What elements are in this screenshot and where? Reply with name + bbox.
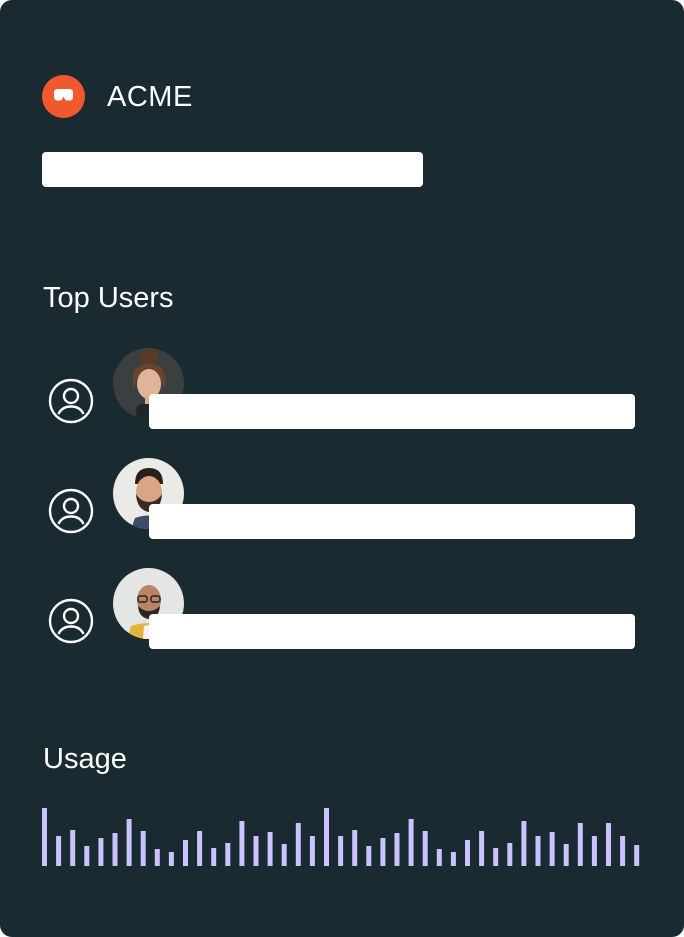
usage-bar bbox=[267, 832, 273, 866]
acme-logo-icon bbox=[42, 75, 85, 118]
user-row[interactable] bbox=[0, 566, 684, 666]
usage-bar bbox=[281, 844, 287, 866]
usage-bar bbox=[239, 821, 245, 866]
usage-bar bbox=[253, 836, 259, 866]
user-circle-icon bbox=[48, 378, 94, 424]
search-input[interactable] bbox=[42, 152, 423, 187]
usage-bar bbox=[591, 836, 597, 866]
usage-bar bbox=[422, 831, 428, 866]
usage-bar bbox=[140, 831, 146, 866]
usage-bar bbox=[394, 833, 400, 866]
usage-bar bbox=[450, 852, 456, 866]
usage-title: Usage bbox=[43, 743, 127, 775]
dashboard-card: ACME Top Users Usage bbox=[0, 0, 684, 937]
usage-bar bbox=[549, 832, 555, 866]
usage-bar bbox=[324, 808, 329, 866]
usage-bar bbox=[479, 831, 485, 866]
usage-bar bbox=[211, 848, 217, 866]
usage-bar bbox=[126, 819, 132, 866]
usage-chart bbox=[42, 808, 640, 866]
usage-bar bbox=[183, 840, 188, 866]
usage-bar bbox=[70, 830, 76, 866]
usage-bar bbox=[366, 846, 372, 866]
user-row[interactable] bbox=[0, 346, 684, 446]
usage-bar bbox=[56, 836, 62, 866]
usage-bar bbox=[98, 838, 104, 866]
usage-bar bbox=[154, 849, 160, 866]
usage-bar bbox=[507, 843, 513, 866]
brand-name: ACME bbox=[107, 81, 193, 113]
usage-bar bbox=[577, 823, 583, 866]
usage-bar bbox=[197, 831, 203, 866]
usage-bar bbox=[225, 843, 231, 866]
usage-bar bbox=[380, 838, 386, 866]
usage-bar bbox=[408, 819, 414, 866]
usage-bar bbox=[338, 836, 344, 866]
usage-bar bbox=[606, 823, 611, 866]
usage-bar bbox=[535, 836, 541, 866]
usage-bar bbox=[634, 845, 640, 866]
top-users-title: Top Users bbox=[43, 282, 174, 314]
usage-bar bbox=[309, 836, 315, 866]
usage-bar bbox=[295, 823, 301, 866]
usage-bar bbox=[493, 848, 499, 866]
usage-bar bbox=[352, 830, 358, 866]
usage-bar bbox=[84, 846, 90, 866]
usage-bar bbox=[436, 849, 442, 866]
usage-bar bbox=[620, 836, 626, 866]
usage-bar bbox=[465, 840, 470, 866]
user-circle-icon bbox=[48, 598, 94, 644]
user-circle-icon bbox=[48, 488, 94, 534]
usage-bar bbox=[521, 821, 527, 866]
user-name-field bbox=[149, 394, 635, 429]
user-row[interactable] bbox=[0, 456, 684, 556]
user-name-field bbox=[149, 504, 635, 539]
usage-bar bbox=[112, 833, 118, 866]
user-name-field bbox=[149, 614, 635, 649]
usage-bar bbox=[42, 808, 47, 866]
usage-bar bbox=[563, 844, 569, 866]
usage-bar bbox=[168, 852, 174, 866]
